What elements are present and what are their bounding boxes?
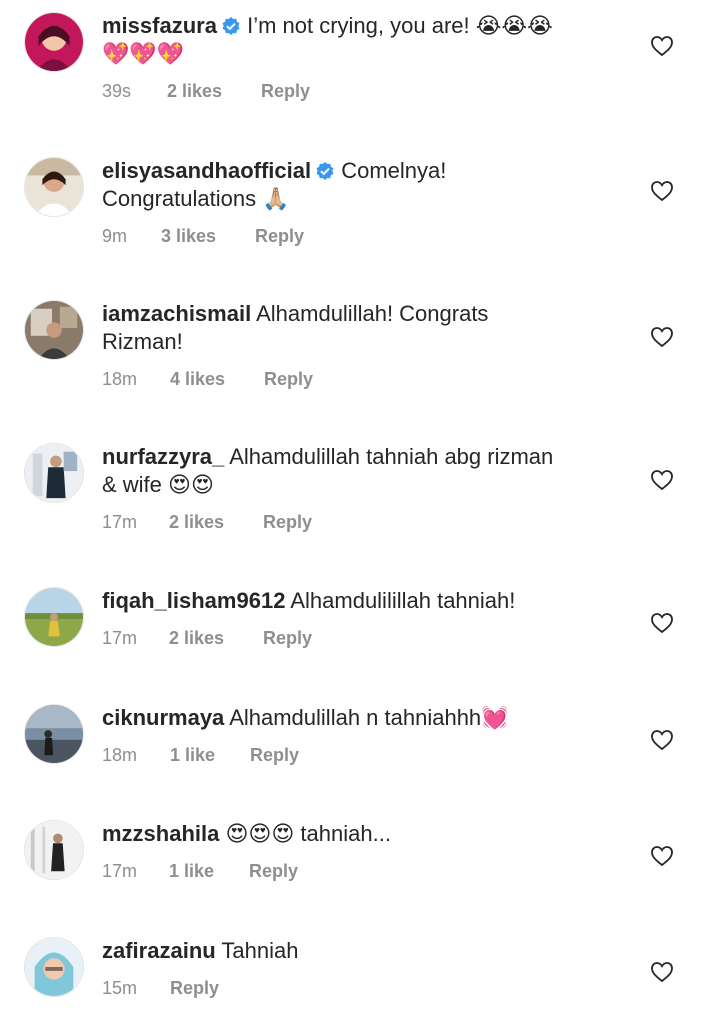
likes-count[interactable]: 1 like [169,861,214,882]
heart-outline-icon[interactable] [650,961,674,983]
likes-count[interactable]: 2 likes [167,81,222,102]
avatar[interactable] [24,937,84,997]
heart-outline-icon[interactable] [650,469,674,491]
username[interactable]: mzzshahila [102,821,219,846]
heart-outline-icon[interactable] [650,612,674,634]
comment-text: Alhamdulilillah tahniah! [290,588,516,613]
comment-body: nurfazzyra_ Alhamdulillah tahniah abg ri… [102,443,622,499]
avatar[interactable] [24,12,84,72]
heart-outline-icon[interactable] [650,729,674,751]
comment-body: elisyasandhaofficial Comelnya! Congratul… [102,157,622,213]
reply-button[interactable]: Reply [250,745,299,766]
avatar[interactable] [24,443,84,503]
username[interactable]: nurfazzyra_ [102,444,224,469]
avatar[interactable] [24,820,84,880]
heart-outline-icon[interactable] [650,326,674,348]
comment-body: missfazura I’m not crying, you are! 😭😭😭 … [102,12,622,68]
username[interactable]: iamzachismail [102,301,251,326]
username[interactable]: elisyasandhaofficial [102,158,311,183]
verified-badge-icon [221,16,241,36]
likes-count[interactable]: 2 likes [169,628,224,649]
reply-button[interactable]: Reply [264,369,313,390]
reply-button[interactable]: Reply [249,861,298,882]
username[interactable]: fiqah_lisham9612 [102,588,285,613]
username[interactable]: ciknurmaya [102,705,224,730]
comment-body: ciknurmaya Alhamdulillah n tahniahhh💓 [102,704,622,732]
likes-count[interactable]: 2 likes [169,512,224,533]
reply-button[interactable]: Reply [170,978,219,999]
comment-body: fiqah_lisham9612 Alhamdulilillah tahniah… [102,587,622,615]
avatar[interactable] [24,157,84,217]
username[interactable]: zafirazainu [102,938,216,963]
comment-text: Alhamdulillah n tahniahhh💓 [229,705,509,730]
heart-outline-icon[interactable] [650,35,674,57]
likes-count[interactable]: 4 likes [170,369,225,390]
comment-body: mzzshahila 😍😍😍 tahniah... [102,820,622,848]
heart-outline-icon[interactable] [650,180,674,202]
likes-count[interactable]: 1 like [170,745,215,766]
likes-count[interactable]: 3 likes [161,226,216,247]
avatar[interactable] [24,300,84,360]
heart-outline-icon[interactable] [650,845,674,867]
verified-badge-icon [315,161,335,181]
reply-button[interactable]: Reply [255,226,304,247]
timestamp[interactable]: 39s [102,81,131,102]
reply-button[interactable]: Reply [263,512,312,533]
reply-button[interactable]: Reply [261,81,310,102]
comment-text: Tahniah [221,938,299,963]
avatar[interactable] [24,587,84,647]
comment-body: iamzachismail Alhamdulillah! Congrats Ri… [102,300,622,356]
timestamp[interactable]: 18m [102,745,137,766]
timestamp[interactable]: 18m [102,369,137,390]
comment-text: 😍😍😍 tahniah... [225,821,391,846]
timestamp[interactable]: 17m [102,628,137,649]
comment-body: zafirazainu Tahniah [102,937,622,965]
timestamp[interactable]: 17m [102,512,137,533]
reply-button[interactable]: Reply [263,628,312,649]
timestamp[interactable]: 17m [102,861,137,882]
avatar[interactable] [24,704,84,764]
timestamp[interactable]: 15m [102,978,137,999]
timestamp[interactable]: 9m [102,226,127,247]
username[interactable]: missfazura [102,13,217,38]
